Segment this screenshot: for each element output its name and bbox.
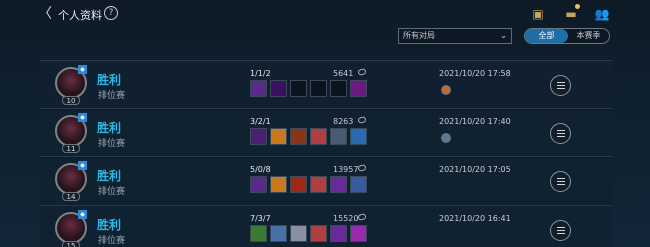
friends-icon[interactable]: 👥 (594, 6, 610, 22)
item-slot (350, 80, 367, 97)
item-slot (250, 128, 267, 145)
match-row[interactable]: ◆ 14 胜利 排位赛 5/0/8 13957 2021/10/20 17:05 (40, 156, 612, 206)
item-slot (250, 176, 267, 193)
item-slot (270, 176, 287, 193)
season-toggle: 全部 本赛季 (524, 28, 610, 44)
notification-dot (575, 4, 580, 9)
page-title: 个人资料 (58, 9, 102, 22)
tab-season[interactable]: 本赛季 (568, 29, 609, 43)
help-icon[interactable]: ? (104, 6, 118, 20)
hero-level: 11 (62, 144, 80, 153)
item-slot (350, 176, 367, 193)
details-menu-button[interactable] (550, 171, 571, 192)
hero-level: 14 (62, 192, 80, 201)
rank-badge-icon: ◆ (78, 113, 87, 122)
item-build (250, 128, 368, 146)
item-slot (310, 225, 327, 242)
item-build (250, 176, 368, 194)
match-row[interactable]: ◆ 11 胜利 排位赛 3/2/1 8263 2021/10/20 17:40 (40, 108, 612, 158)
match-mode: 排位赛 (98, 187, 126, 197)
coin-icon (357, 116, 367, 124)
rank-badge-icon: ◆ (78, 65, 87, 74)
rank-badge-icon: ◆ (78, 161, 87, 170)
item-slot (250, 225, 267, 242)
item-slot (310, 176, 327, 193)
coin-icon (357, 68, 367, 76)
item-slot (290, 225, 307, 242)
tab-all[interactable]: 全部 (525, 29, 568, 43)
match-filter-value: 所有对局 (403, 31, 435, 40)
gold-amount: 13957 (333, 165, 359, 174)
match-date: 2021/10/20 17:58 (439, 69, 511, 78)
match-date: 2021/10/20 16:41 (439, 214, 511, 223)
item-slot (270, 80, 287, 97)
match-result: 胜利 (97, 121, 122, 135)
match-mode: 排位赛 (98, 236, 126, 246)
match-result: 胜利 (97, 169, 122, 183)
match-mode: 排位赛 (98, 139, 126, 149)
kda: 5/0/8 (250, 165, 271, 174)
item-slot (290, 176, 307, 193)
spell-icon (441, 85, 451, 95)
coin-icon (357, 164, 367, 172)
hero-level: 10 (62, 96, 80, 105)
rank-badge-icon: ◆ (78, 210, 87, 219)
item-slot (330, 225, 347, 242)
item-build (250, 225, 368, 243)
kda: 7/3/7 (250, 214, 271, 223)
details-menu-button[interactable] (550, 123, 571, 144)
item-slot (350, 128, 367, 145)
item-slot (250, 80, 267, 97)
item-slot (350, 225, 367, 242)
item-slot (290, 80, 307, 97)
item-build (250, 80, 368, 98)
item-slot (310, 128, 327, 145)
gold-amount: 5641 (333, 69, 354, 78)
item-slot (310, 80, 327, 97)
match-result: 胜利 (97, 218, 122, 232)
match-date: 2021/10/20 17:05 (439, 165, 511, 174)
gold-amount: 8263 (333, 117, 354, 126)
match-row[interactable]: ◆ 10 胜利 排位赛 1/1/2 5641 2021/10/20 17:58 (40, 60, 612, 110)
coin-icon (357, 213, 367, 221)
details-menu-button[interactable] (550, 220, 571, 241)
match-mode: 排位赛 (98, 91, 126, 101)
kda: 3/2/1 (250, 117, 271, 126)
top-bar: 〈 个人资料 ? ▣ ▬ 👥 (0, 0, 650, 30)
item-slot (330, 80, 347, 97)
details-menu-button[interactable] (550, 75, 571, 96)
kda: 1/1/2 (250, 69, 271, 78)
item-slot (270, 128, 287, 145)
item-slot (270, 225, 287, 242)
match-date: 2021/10/20 17:40 (439, 117, 511, 126)
item-slot (330, 176, 347, 193)
item-slot (290, 128, 307, 145)
item-slot (330, 128, 347, 145)
match-filter-select[interactable]: 所有对局 ⌄ (398, 28, 512, 44)
spell-icon (441, 133, 451, 143)
match-row[interactable]: ◆ 15 胜利 排位赛 7/3/7 15520 2021/10/20 16:41 (40, 205, 612, 247)
chevron-down-icon: ⌄ (500, 31, 507, 40)
tasks-icon[interactable]: ▣ (530, 6, 546, 22)
hero-level: 15 (62, 241, 80, 247)
match-result: 胜利 (97, 73, 122, 87)
gold-amount: 15520 (333, 214, 359, 223)
back-icon[interactable]: 〈 (38, 6, 54, 22)
